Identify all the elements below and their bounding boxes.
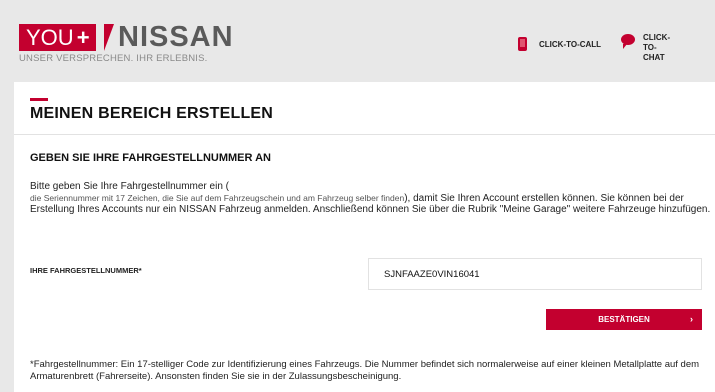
description-part1: Bitte geben Sie Ihre Fahrgestellnummer e… — [30, 181, 229, 192]
phone-icon — [518, 37, 527, 51]
click-to-chat-label: CLICK-TO- CHAT — [643, 33, 683, 63]
content-panel: MEINEN BEREICH ERSTELLEN GEBEN SIE IHRE … — [14, 82, 715, 392]
tagline: UNSER VERSPRECHEN. IHR ERLEBNIS. — [19, 53, 208, 64]
confirm-button-label: BESTÄTIGEN — [598, 315, 650, 324]
logo-wedge — [104, 24, 114, 51]
click-to-chat-link[interactable]: CLICK-TO- CHAT — [621, 33, 683, 63]
confirm-button[interactable]: BESTÄTIGEN › — [546, 309, 702, 330]
site-header: YOU + NISSAN UNSER VERSPRECHEN. IHR ERLEB… — [0, 0, 715, 82]
vin-field-label: IHRE FAHRGESTELLNUMMER* — [30, 266, 142, 275]
vin-input[interactable] — [368, 258, 702, 290]
click-to-chat-line2: CHAT — [643, 53, 665, 62]
title-accent-bar — [30, 98, 48, 101]
logo-you-plus[interactable]: YOU + — [19, 24, 96, 51]
title-divider — [14, 134, 715, 135]
click-to-call-label: CLICK-TO-CALL — [539, 39, 602, 49]
vin-footnote: *Fahrgestellnummer: Ein 17-stelliger Cod… — [30, 359, 700, 382]
description-vin-hint: die Seriennummer mit 17 Zeichen, die Sie… — [30, 192, 405, 203]
chevron-right-icon: › — [690, 314, 693, 324]
click-to-call-link[interactable]: CLICK-TO-CALL — [518, 37, 601, 51]
page-title: MEINEN BEREICH ERSTELLEN — [30, 105, 274, 122]
logo-you-text: YOU — [26, 25, 74, 50]
click-to-chat-line1: CLICK-TO- — [643, 33, 671, 52]
description-text: Bitte geben Sie Ihre Fahrgestellnummer e… — [30, 181, 712, 216]
logo-plus-text: + — [76, 25, 90, 50]
section-title: GEBEN SIE IHRE FAHRGESTELLNUMMER AN — [30, 152, 271, 164]
chat-bubble-icon — [621, 34, 635, 49]
logo-nissan[interactable]: NISSAN — [118, 21, 234, 53]
